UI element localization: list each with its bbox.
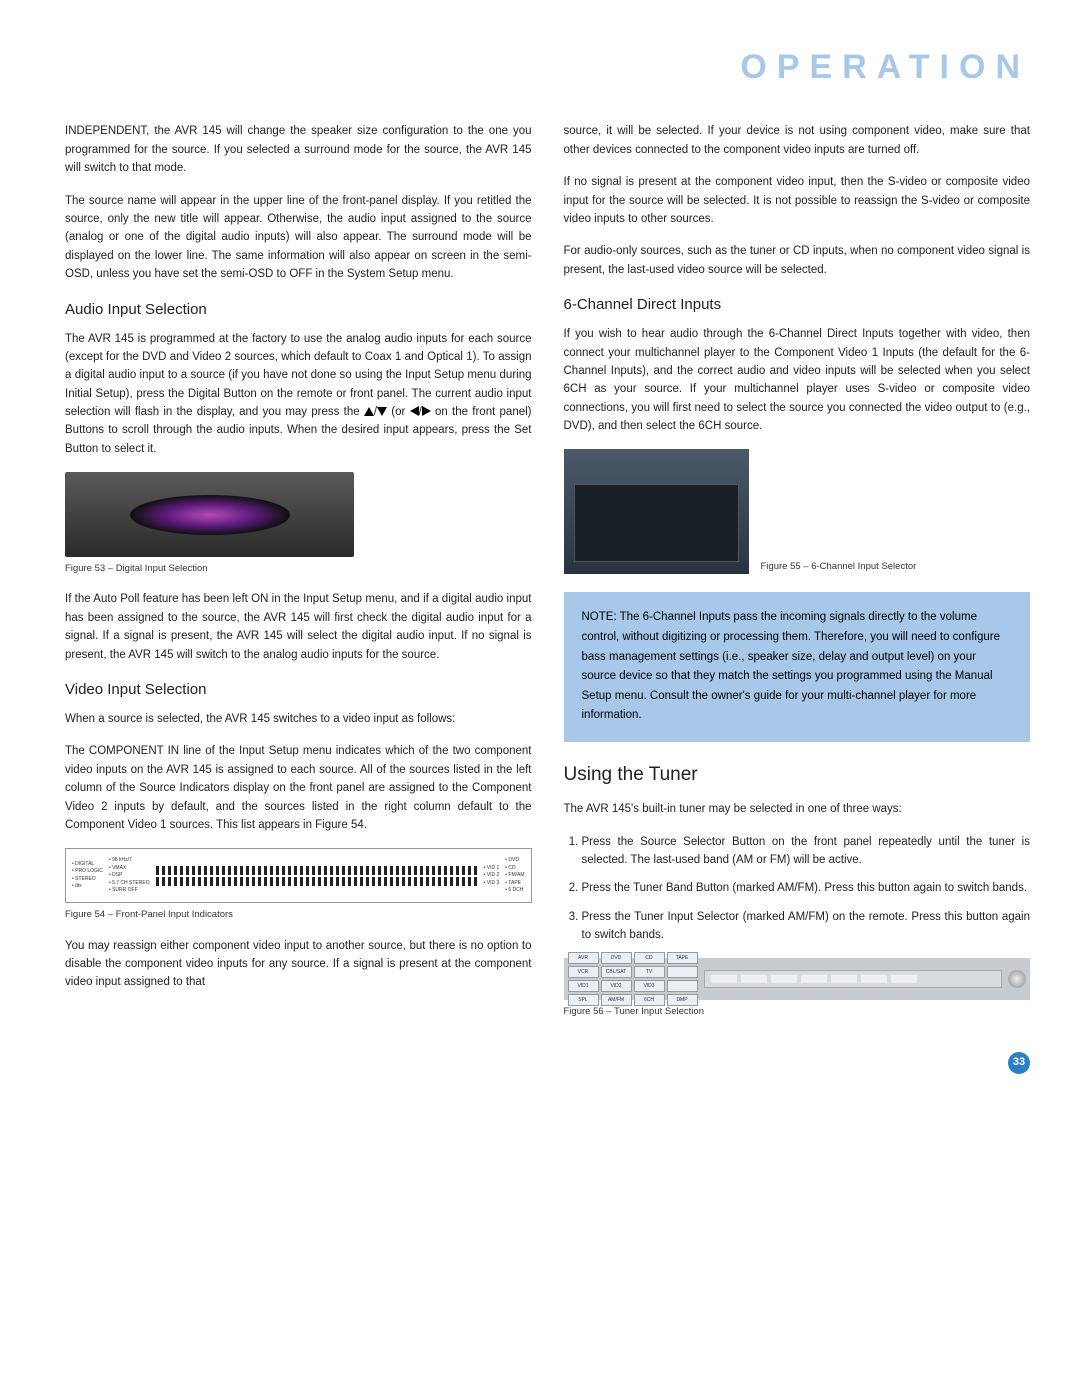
body-para: For audio-only sources, such as the tune… — [564, 242, 1031, 279]
figure-56-caption: Figure 56 – Tuner Input Selection — [564, 1004, 1031, 1019]
heading-tuner: Using the Tuner — [564, 760, 1031, 790]
up-arrow-icon — [364, 407, 374, 416]
note-label: NOTE: — [582, 611, 617, 623]
body-para: If the Auto Poll feature has been left O… — [65, 590, 532, 664]
list-item: Press the Tuner Input Selector (marked A… — [582, 908, 1031, 945]
body-para: The COMPONENT IN line of the Input Setup… — [65, 742, 532, 834]
volume-knob-icon — [1008, 970, 1026, 988]
body-para: source, it will be selected. If your dev… — [564, 122, 1031, 159]
figure-54-image: • DIGITAL• PRO LOGIC• STEREO• dts • 96 k… — [65, 848, 532, 903]
note-text: The 6-Channel Inputs pass the incoming s… — [582, 611, 1000, 721]
fig56-buttons: AVRDVDCDTAPE VCRCBL/SATTV VID1VID2VID3 S… — [568, 952, 698, 1006]
figure-53-image — [65, 472, 354, 557]
figure-53-caption: Figure 53 – Digital Input Selection — [65, 561, 532, 576]
right-arrow-icon — [422, 406, 431, 416]
list-item: Press the Source Selector Button on the … — [582, 833, 1031, 870]
list-item: Press the Tuner Band Button (marked AM/F… — [582, 879, 1031, 897]
page-number: 33 — [65, 1052, 1030, 1074]
body-para: If you wish to hear audio through the 6-… — [564, 325, 1031, 435]
down-arrow-icon — [377, 407, 387, 416]
body-para: INDEPENDENT, the AVR 145 will change the… — [65, 122, 532, 177]
figure-55-caption: Figure 55 – 6-Channel Input Selector — [761, 559, 917, 574]
figure-54-caption: Figure 54 – Front-Panel Input Indicators — [65, 907, 532, 922]
figure-55-image — [564, 449, 749, 574]
note-box: NOTE: The 6-Channel Inputs pass the inco… — [564, 592, 1031, 741]
heading-audio-input: Audio Input Selection — [65, 298, 532, 322]
body-para: You may reassign either component video … — [65, 937, 532, 992]
body-para: The AVR 145 is programmed at the factory… — [65, 330, 532, 459]
page-number-badge: 33 — [1008, 1052, 1030, 1074]
body-para: The source name will appear in the upper… — [65, 192, 532, 284]
heading-6ch: 6-Channel Direct Inputs — [564, 293, 1031, 317]
content-columns: INDEPENDENT, the AVR 145 will change the… — [65, 122, 1030, 1033]
text: (or — [391, 406, 409, 418]
left-column: INDEPENDENT, the AVR 145 will change the… — [65, 122, 532, 1033]
left-arrow-icon — [410, 406, 419, 416]
heading-video-input: Video Input Selection — [65, 678, 532, 702]
figure-56-image: AVRDVDCDTAPE VCRCBL/SATTV VID1VID2VID3 S… — [564, 958, 1031, 1000]
body-para: If no signal is present at the component… — [564, 173, 1031, 228]
right-column: source, it will be selected. If your dev… — [564, 122, 1031, 1033]
page-title: OPERATION — [65, 40, 1030, 94]
tuner-steps: Press the Source Selector Button on the … — [564, 833, 1031, 945]
body-para: When a source is selected, the AVR 145 s… — [65, 710, 532, 728]
body-para: The AVR 145's built-in tuner may be sele… — [564, 800, 1031, 818]
